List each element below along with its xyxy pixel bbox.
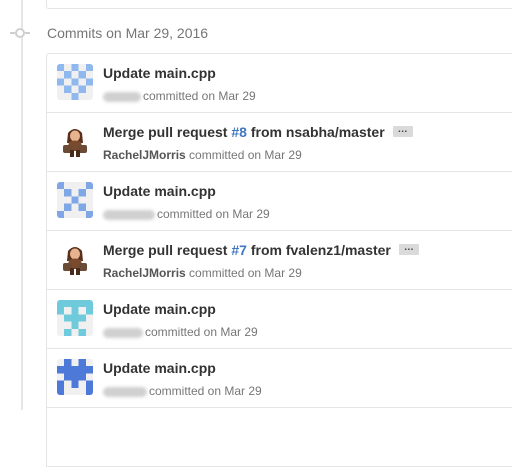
pull-request-link[interactable]: #7 [231, 242, 247, 258]
commit-author-link[interactable]: RachelJMorris [103, 148, 186, 162]
user-avatar[interactable] [57, 123, 93, 159]
commit-list: Update main.cpp committed on Mar 29 Merg… [46, 53, 512, 467]
commit-message-suffix[interactable]: from fvalenz1/master [247, 242, 391, 258]
commit-message-link[interactable]: Update main.cpp [103, 360, 216, 376]
commit-message-link[interactable]: Merge pull request #8 from nsabha/master… [103, 124, 413, 140]
timeline-line [21, 0, 23, 410]
commit-meta: RachelJMorris committed on Mar 29 [103, 266, 302, 280]
commit-row[interactable]: Update main.cpp committed on Mar 29 [47, 171, 512, 230]
commit-meta: committed on Mar 29 [103, 207, 270, 221]
commit-message-link[interactable]: Update main.cpp [103, 65, 216, 81]
commit-meta: committed on Mar 29 [103, 325, 258, 339]
author-name-redacted[interactable] [103, 91, 141, 102]
previous-commit-list [46, 0, 512, 9]
commit-group-title: Commits on Mar 29, 2016 [47, 25, 209, 41]
identicon-avatar[interactable] [57, 64, 93, 100]
expand-message-button[interactable]: … [398, 243, 419, 256]
commit-row[interactable]: Update main.cpp committed on Mar 29 [47, 54, 512, 112]
commit-message-link[interactable]: Merge pull request #7 from fvalenz1/mast… [103, 242, 419, 258]
commit-row[interactable]: Update main.cpp committed on Mar 29 [47, 348, 512, 407]
identicon-avatar[interactable] [57, 182, 93, 218]
user-avatar[interactable] [57, 241, 93, 277]
pull-request-link[interactable]: #8 [231, 124, 247, 140]
commit-meta: RachelJMorris committed on Mar 29 [103, 148, 302, 162]
commit-icon [10, 28, 30, 38]
author-name-redacted[interactable] [103, 327, 143, 338]
commit-message-prefix[interactable]: Merge pull request [103, 124, 231, 140]
commit-group-header: Commits on Mar 29, 2016 [0, 22, 512, 44]
commit-row[interactable]: Merge pull request #8 from nsabha/master… [47, 112, 512, 171]
commit-row[interactable]: Update main.cpp committed on Mar 29 [47, 289, 512, 348]
author-name-redacted[interactable] [103, 386, 147, 397]
commit-meta: committed on Mar 29 [103, 89, 256, 103]
commit-message-link[interactable]: Update main.cpp [103, 183, 216, 199]
author-name-redacted[interactable] [103, 209, 155, 220]
commit-meta: committed on Mar 29 [103, 384, 262, 398]
identicon-avatar[interactable] [57, 359, 93, 395]
commit-author-link[interactable]: RachelJMorris [103, 266, 186, 280]
identicon-avatar[interactable] [57, 300, 93, 336]
commit-date: committed on Mar 29 [149, 384, 262, 398]
commit-date: committed on Mar 29 [189, 148, 302, 162]
commit-message-link[interactable]: Update main.cpp [103, 301, 216, 317]
commit-row[interactable] [47, 407, 512, 466]
commit-row[interactable]: Merge pull request #7 from fvalenz1/mast… [47, 230, 512, 289]
expand-message-button[interactable]: … [392, 125, 413, 138]
commit-date: committed on Mar 29 [143, 89, 256, 103]
commit-message-suffix[interactable]: from nsabha/master [247, 124, 385, 140]
commit-message-prefix[interactable]: Merge pull request [103, 242, 231, 258]
commit-date: committed on Mar 29 [145, 325, 258, 339]
commit-date: committed on Mar 29 [157, 207, 270, 221]
commit-date: committed on Mar 29 [189, 266, 302, 280]
